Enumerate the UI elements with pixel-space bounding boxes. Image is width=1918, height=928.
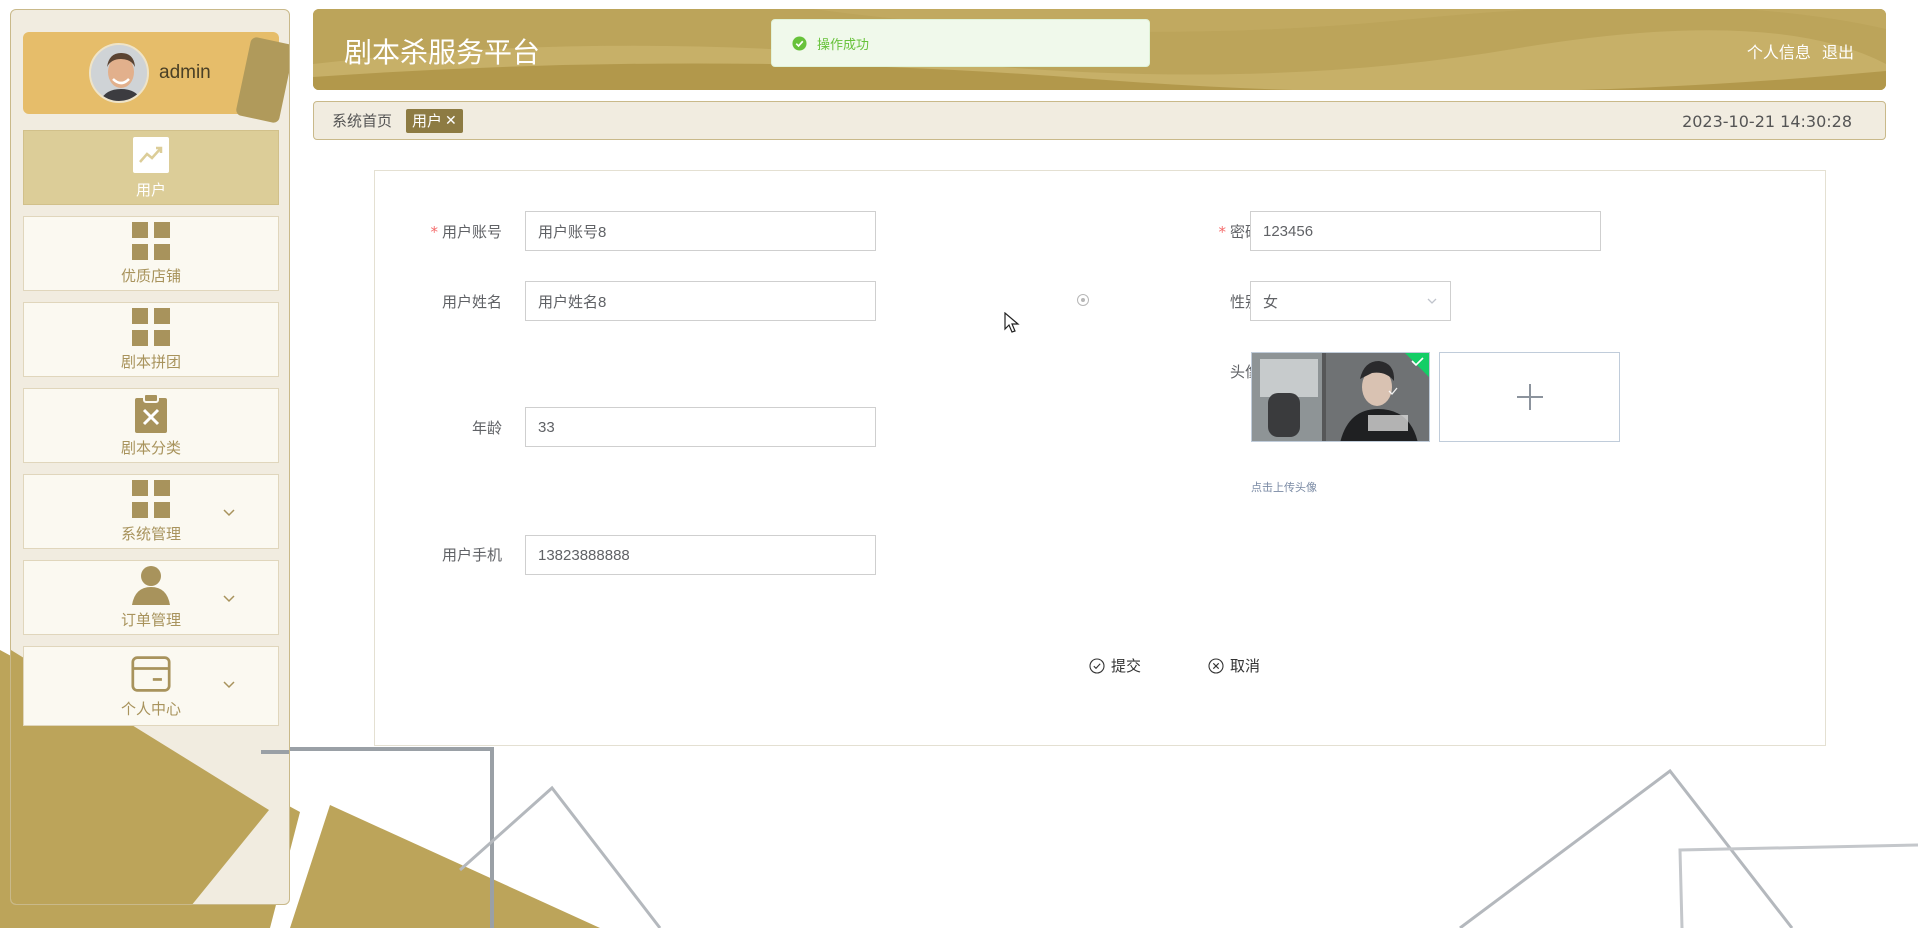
sidebar-menu: 用户 优质店铺 剧本拼团 剧本分类 系统管理 订单管理 个人中心 [23,130,279,737]
required-mark: * [1218,223,1226,241]
submit-label: 提交 [1111,658,1142,675]
logout-link[interactable]: 退出 [1822,43,1854,62]
sidebar-item-personal-center[interactable]: 个人中心 [23,646,279,726]
sidebar-item-group-script[interactable]: 剧本拼团 [23,302,279,377]
plus-icon [1516,384,1543,410]
card-icon [131,654,171,694]
grid-icon [131,479,171,519]
sidebar-item-orders[interactable]: 订单管理 [23,560,279,635]
grid-icon [131,221,171,261]
gender-label: 性别 [1229,293,1260,311]
gender-select[interactable]: 女 [1250,281,1451,321]
sidebar-item-label: 优质店铺 [120,267,181,285]
password-label: * 密码 [1218,223,1260,241]
user-name: admin [159,62,211,83]
toast-message: 操作成功 [817,37,870,53]
phone-label: 用户手机 [441,546,502,564]
chart-line-icon [131,135,171,175]
chevron-down-icon [223,595,235,603]
sidebar-item-label: 订单管理 [120,611,181,629]
account-input[interactable] [525,211,876,251]
submit-button[interactable]: 提交 [1089,655,1141,676]
clipboard-x-icon [131,393,171,433]
avatar [89,43,149,103]
sidebar-item-label: 用户 [135,181,166,199]
cancel-label: 取消 [1230,658,1261,675]
age-input[interactable] [525,407,876,447]
clear-circle-icon[interactable] [1076,293,1090,307]
sidebar-item-user[interactable]: 用户 [23,130,279,205]
sidebar-item-label: 个人中心 [120,699,181,718]
breadcrumb: 系统首页 用户 ✕ 2023-10-21 14:30:28 [313,101,1886,140]
success-toast: 操作成功 [771,19,1150,67]
avatar-upload-tip: 点击上传头像 [1251,481,1317,494]
user-icon [131,565,171,605]
check-circle-icon [1089,657,1105,674]
cancel-button[interactable]: 取消 [1208,655,1260,676]
avatar-upload-button[interactable] [1439,352,1620,442]
avatar-label: 头像 [1229,363,1260,381]
breadcrumb-home[interactable]: 系统首页 [332,110,392,131]
current-datetime: 2023-10-21 14:30:28 [1682,112,1852,131]
grid-icon [131,307,171,347]
required-mark: * [430,223,438,241]
account-label: * 用户账号 [430,223,502,241]
avatar-image [1252,353,1429,441]
tag-label: 用户 [412,112,443,130]
tag-user[interactable]: 用户 ✕ [406,108,463,133]
app-title: 剧本杀服务平台 [344,36,541,69]
header-links: 个人信息 退出 [1741,39,1854,63]
chevron-down-icon [223,509,235,517]
user-form-panel: *用户账号 *密码 用户姓名 性别 女 头像 [374,170,1826,746]
sidebar-item-label: 剧本分类 [120,439,181,457]
name-label: 用户姓名 [441,293,502,311]
check-circle-icon [792,35,807,51]
password-input[interactable] [1250,211,1601,251]
gender-select-value: 女 [1263,292,1279,311]
sidebar-item-system[interactable]: 系统管理 [23,474,279,549]
chevron-down-icon [223,681,235,689]
close-circle-icon [1208,657,1224,674]
name-input[interactable] [525,281,876,321]
sidebar-item-label: 剧本拼团 [120,353,181,371]
sidebar: admin 用户 优质店铺 剧本拼团 剧本分类 系统管理 订单管理 个人中心 [10,9,290,905]
user-card: admin [23,32,289,124]
mouse-cursor-icon [1004,312,1020,333]
profile-link[interactable]: 个人信息 [1747,43,1811,62]
sidebar-item-shops[interactable]: 优质店铺 [23,216,279,291]
sidebar-item-label: 系统管理 [120,525,181,543]
chevron-down-icon [1427,298,1437,304]
sidebar-item-script-category[interactable]: 剧本分类 [23,388,279,463]
age-label: 年龄 [471,419,502,437]
phone-input[interactable] [525,535,876,575]
close-icon[interactable]: ✕ [445,113,457,129]
avatar-thumbnail[interactable] [1251,352,1430,442]
